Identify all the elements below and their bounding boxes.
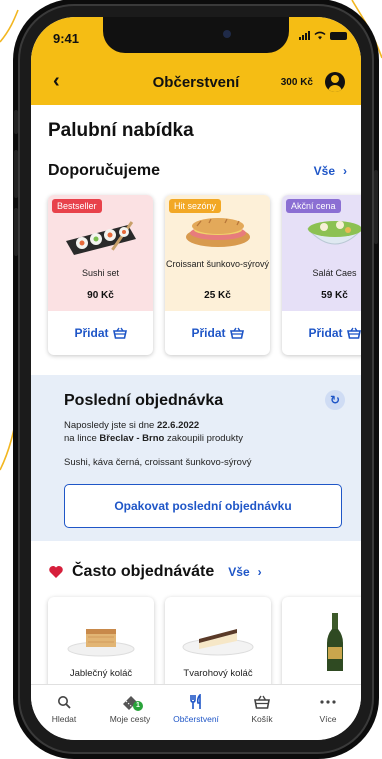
tab-label: Košík xyxy=(251,714,273,724)
product-card-sushi[interactable]: Bestseller Sushi set 90 Kč Přidat xyxy=(48,195,153,355)
status-time: 9:41 xyxy=(53,31,80,46)
frequent-item-beer[interactable] xyxy=(282,597,361,692)
tab-my-trips[interactable]: 1 Moje cesty xyxy=(97,693,163,724)
frequent-all-link[interactable]: Vše › xyxy=(228,565,261,579)
user-account-icon[interactable] xyxy=(325,72,345,92)
product-name: Croissant šunkovo-sýrový xyxy=(165,259,270,269)
card-image-area: Bestseller Sushi set 90 Kč xyxy=(48,195,153,311)
frequent-item-apple-pie[interactable]: Jablečný koláč xyxy=(48,597,154,692)
tab-search[interactable]: Hledat xyxy=(31,693,97,724)
product-price: 59 Kč xyxy=(321,290,348,301)
add-label: Přidat xyxy=(74,326,109,340)
repeat-order-button[interactable]: Opakovat poslední objednávku xyxy=(64,484,342,528)
chevron-right-icon: › xyxy=(257,565,262,579)
trips-badge: 1 xyxy=(133,701,143,711)
basket-icon xyxy=(346,327,361,339)
frequent-all-label: Vše xyxy=(228,565,250,579)
power-button xyxy=(374,170,378,244)
app-screen: 9:41 ‹ Občerstvení 300 Kč Palubní nabídk… xyxy=(31,17,361,740)
last-order-products: Sushi, káva černá, croissant šunkovo-sýr… xyxy=(64,457,252,468)
tab-label: Občerstvení xyxy=(173,714,219,724)
refresh-icon[interactable]: ↻ xyxy=(325,390,345,410)
frequent-header: Často objednáváte Vše › xyxy=(48,563,262,581)
signal-icon xyxy=(299,31,310,40)
tab-label: Hledat xyxy=(51,714,77,724)
recommend-carousel[interactable]: Bestseller Sushi set 90 Kč Přidat Hit se… xyxy=(48,195,361,355)
product-price: 90 Kč xyxy=(87,290,114,301)
last-order-route-suffix: zakoupili produkty xyxy=(166,433,244,444)
volume-down-button xyxy=(14,208,18,256)
badge-hit-season: Hit sezóny xyxy=(169,199,222,213)
chevron-right-icon: › xyxy=(343,164,347,178)
last-order-title: Poslední objednávka xyxy=(64,392,224,409)
last-order-date-line: Naposledy jste si dne 22.6.2022 xyxy=(64,420,199,431)
product-name: Sushi set xyxy=(81,268,120,278)
heart-icon xyxy=(49,566,63,578)
sushi-set-image xyxy=(65,221,136,255)
frequent-item-name: Tvarohový koláč xyxy=(183,668,253,679)
last-order-route-line: na lince Břeclav - Brno zakoupili produk… xyxy=(64,433,243,444)
frequent-item-name: Jablečný koláč xyxy=(69,668,133,679)
tab-refreshments[interactable]: Občerstvení xyxy=(163,693,229,724)
app-header: ‹ Občerstvení 300 Kč xyxy=(31,61,361,105)
basket-icon xyxy=(112,327,127,339)
add-to-cart-button[interactable]: Přidat xyxy=(48,311,153,355)
mute-switch xyxy=(14,110,18,134)
product-price: 25 Kč xyxy=(204,290,231,301)
card-image-area: Hit sezóny Croissant šunkovo-sýrový 25 K… xyxy=(165,195,270,311)
last-order-date: 22.6.2022 xyxy=(156,420,200,431)
credit-balance[interactable]: 300 Kč xyxy=(281,77,313,88)
frequent-carousel[interactable]: Jablečný koláč Tvarohový koláč xyxy=(48,597,361,692)
add-label: Přidat xyxy=(191,326,226,340)
frequent-heading: Často objednáváte xyxy=(72,563,215,580)
tab-label: Moje cesty xyxy=(109,714,151,724)
salad-image xyxy=(306,221,361,245)
cheesecake-image xyxy=(182,629,254,656)
badge-sale-price: Akční cena xyxy=(286,199,341,213)
recommend-header: Doporučujeme Vše › xyxy=(48,162,347,180)
apple-pie-image xyxy=(67,629,135,657)
more-icon xyxy=(320,700,336,704)
status-bar: 9:41 xyxy=(31,17,361,61)
wifi-icon xyxy=(314,31,326,40)
product-card-croissant[interactable]: Hit sezóny Croissant šunkovo-sýrový 25 K… xyxy=(165,195,270,355)
basket-icon xyxy=(254,695,270,709)
battery-icon xyxy=(330,31,347,40)
croissant-image xyxy=(185,218,250,247)
recommend-all-link[interactable]: Vše › xyxy=(314,164,347,178)
camera-icon xyxy=(223,30,231,38)
recommend-heading: Doporučujeme xyxy=(48,162,161,179)
cutlery-icon xyxy=(190,694,201,709)
last-order-route: Břeclav - Brno xyxy=(99,433,165,444)
beer-bottle-image xyxy=(327,613,343,671)
last-order-prefix: Naposledy jste si dne xyxy=(64,420,155,431)
product-card-salad[interactable]: Akční cena Salát Caes 59 Kč Přidat xyxy=(282,195,361,355)
frequent-item-cheesecake[interactable]: Tvarohový koláč xyxy=(165,597,271,692)
product-name: Salát Caes xyxy=(312,268,357,278)
tab-cart[interactable]: Košík xyxy=(229,693,295,724)
volume-up-button xyxy=(14,150,18,198)
basket-icon xyxy=(229,327,244,339)
tab-more[interactable]: Více xyxy=(295,693,361,724)
badge-bestseller: Bestseller xyxy=(52,199,102,213)
page-title: Palubní nabídka xyxy=(48,120,194,141)
system-icons xyxy=(299,31,347,40)
last-order-route-prefix: na lince xyxy=(64,433,97,444)
search-icon xyxy=(58,696,71,709)
add-to-cart-button[interactable]: Přidat xyxy=(282,311,361,355)
tab-label: Více xyxy=(319,714,337,724)
notch xyxy=(103,17,289,53)
add-to-cart-button[interactable]: Přidat xyxy=(165,311,270,355)
last-order-panel: Poslední objednávka ↻ Naposledy jste si … xyxy=(31,375,361,541)
recommend-all-label: Vše xyxy=(313,164,335,178)
bottom-tab-bar: Hledat 1 Moje cesty Občerstvení Košík Ví… xyxy=(31,684,361,740)
add-label: Přidat xyxy=(308,326,343,340)
card-image-area: Akční cena Salát Caes 59 Kč xyxy=(282,195,361,311)
